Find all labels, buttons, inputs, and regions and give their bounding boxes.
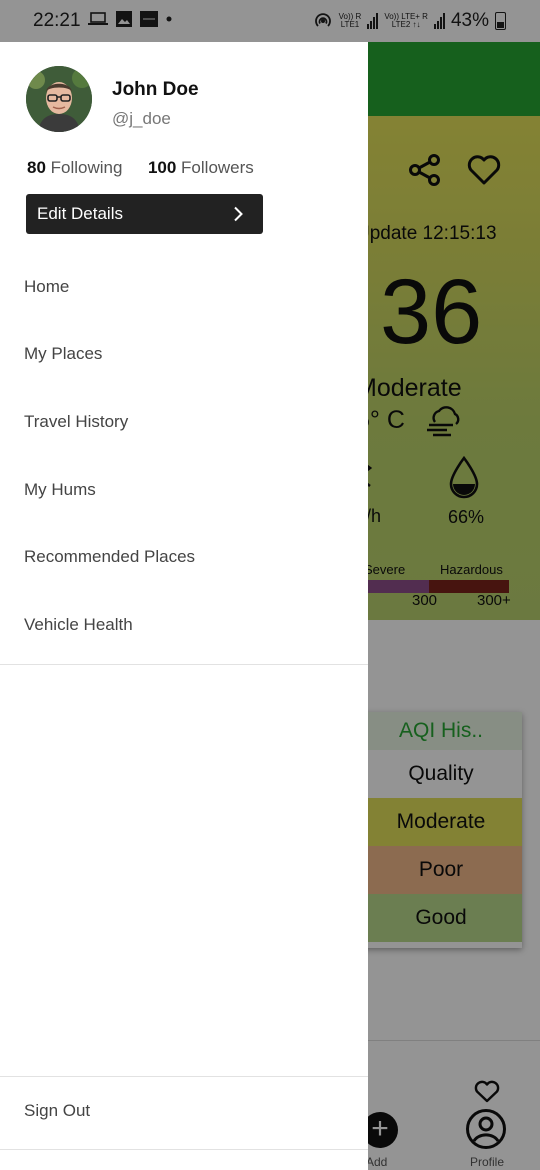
chevron-right-icon [234, 206, 243, 222]
menu-item-travel-history[interactable]: Travel History [0, 388, 368, 456]
edit-details-button[interactable]: Edit Details [26, 194, 263, 234]
followers-count: 100 [147, 158, 177, 177]
following-link[interactable]: 80 Following [27, 158, 122, 177]
menu-item-my-hums[interactable]: My Hums [0, 456, 368, 524]
follow-stats: 80 Following 100 Followers [27, 158, 254, 178]
user-name: John Doe [112, 79, 199, 100]
edit-details-label: Edit Details [37, 204, 123, 223]
divider [0, 1149, 368, 1150]
following-count: 80 [27, 158, 46, 177]
menu-item-recommended-places[interactable]: Recommended Places [0, 523, 368, 591]
avatar[interactable] [26, 66, 92, 132]
divider [0, 1076, 368, 1077]
followers-label: Followers [181, 158, 254, 177]
navigation-drawer: John Doe @j_doe 80 Following 100 Followe… [0, 42, 368, 1170]
followers-link[interactable]: 100 Followers [148, 158, 254, 177]
user-handle: @j_doe [112, 109, 171, 128]
menu-item-vehicle-health[interactable]: Vehicle Health [0, 591, 368, 659]
divider [0, 664, 368, 665]
menu-item-home[interactable]: Home [0, 253, 368, 321]
avatar-photo [26, 66, 92, 132]
following-label: Following [50, 158, 123, 177]
drawer-menu: Home My Places Travel History My Hums Re… [0, 253, 368, 659]
menu-item-my-places[interactable]: My Places [0, 321, 368, 389]
sign-out-button[interactable]: Sign Out [24, 1101, 90, 1121]
